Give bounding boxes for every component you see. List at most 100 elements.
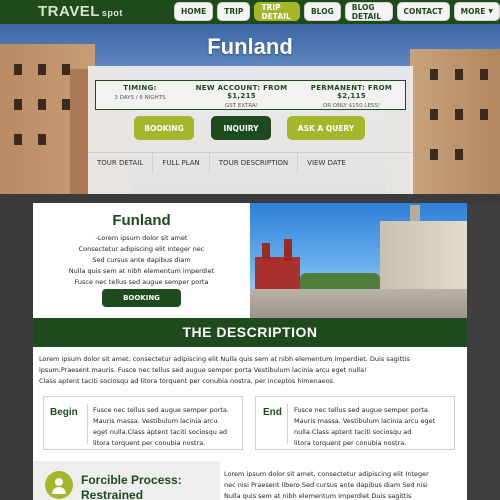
info-heading: PERMANENT: FROM $2,115: [310, 84, 393, 100]
end-line: Fusce nec tellus sed augue semper porta.: [294, 406, 430, 414]
begin-line: litora torquent per conubia nostra.: [93, 439, 206, 447]
hero-window: [455, 149, 463, 160]
begin-box: Begin Fusce nec tellus sed augue semper …: [43, 396, 243, 450]
highlight-line: Fusce nec tellus sed augue semper porta: [74, 278, 209, 286]
process-line: Lorem ipsum dolor sit amet, consectetur …: [224, 470, 429, 478]
process-header: Forcible Process: Restrained: [33, 461, 220, 500]
highlight-line: Consectetur adipiscing elit integer nec: [78, 245, 205, 253]
hero-window: [480, 69, 488, 80]
tab-full-plan[interactable]: FULL PLAN: [153, 153, 210, 173]
nav-blog-detail[interactable]: BLOG DETAIL: [344, 2, 393, 21]
tab-tour-description[interactable]: TOUR DESCRIPTION: [210, 153, 299, 173]
info-heading: TIMING:: [123, 84, 157, 92]
logo-main-text: TRAVEL: [38, 3, 100, 20]
info-new-account: NEW ACCOUNT: FROM $1,215 GST EXTRA!: [184, 84, 299, 109]
hero-window: [480, 109, 488, 120]
hero-window: [14, 134, 22, 145]
nav-blog[interactable]: BLOG: [303, 2, 341, 21]
begin-line: Mauris massa. Vestibulum lacinia arcu: [93, 417, 218, 425]
begin-label: Begin: [50, 407, 78, 418]
end-box: End Fusce nec tellus sed augue semper po…: [255, 396, 455, 450]
description-line: Class aptent taciti sociosqu ad litora t…: [39, 377, 336, 385]
booking-button[interactable]: BOOKING: [134, 116, 194, 140]
begin-text: Fusce nec tellus sed augue semper porta.…: [93, 405, 241, 449]
chevron-down-icon: ▼: [488, 8, 493, 15]
process-title: Forcible Process: Restrained: [81, 473, 182, 500]
hero-window: [430, 109, 438, 120]
nav-home[interactable]: HOME: [174, 2, 214, 21]
card-booking-button[interactable]: BOOKING: [102, 289, 181, 307]
hero-window: [38, 134, 46, 145]
begin-line: Fusce nec tellus sed augue semper porta.: [93, 406, 229, 414]
highlight-line: -Lorem ipsum dolor sit amet: [95, 234, 188, 242]
end-line: nulla.Class aptent taciti sociosqu ad: [294, 428, 412, 436]
page-title: Funland: [207, 34, 293, 59]
nav-more[interactable]: MORE ▼: [453, 2, 500, 21]
hero-window: [14, 64, 22, 75]
nav-contact[interactable]: CONTACT: [396, 2, 450, 21]
nav-trip-detail[interactable]: TRIP DETAIL: [254, 2, 300, 21]
hero-window: [430, 149, 438, 160]
trip-title: Funland: [112, 212, 171, 229]
end-line: Mauris massa. Vestibulum lacinia arcu eg…: [294, 417, 436, 425]
tab-tour-detail[interactable]: TOUR DETAIL: [88, 153, 154, 173]
hero-window: [455, 109, 463, 120]
trip-tabs: TOUR DETAIL FULL PLAN TOUR DESCRIPTION V…: [88, 152, 413, 173]
info-permanent: PERMANENT: FROM $2,115 OR ONLY $150 LESS…: [299, 84, 404, 109]
tab-view-date[interactable]: VIEW DATE: [298, 153, 355, 173]
top-navbar: TRAVEL spot HOME TRIP TRIP DETAIL BLOG BL…: [0, 0, 500, 24]
divider: [87, 404, 88, 444]
page-margin: [467, 203, 500, 500]
site-logo[interactable]: TRAVEL spot: [38, 3, 123, 20]
photo-red-building: [255, 257, 300, 293]
description-line: Lorem ipsum dolor sit amet, consectetur …: [39, 355, 410, 363]
destination-photo: [250, 203, 467, 318]
hero-window: [455, 69, 463, 80]
hero-window: [38, 64, 46, 75]
info-timing: TIMING: 3 DAYS / 6 NIGHTS: [100, 84, 180, 101]
hero-window: [14, 99, 22, 110]
info-subtext: 3 DAYS / 6 NIGHTS: [114, 95, 166, 101]
end-text: Fusce nec tellus sed augue semper porta.…: [294, 405, 452, 449]
divider: [287, 404, 288, 444]
inquiry-button[interactable]: INQUIRY: [211, 116, 271, 140]
person-icon-head: [55, 478, 63, 486]
end-line: litora torquent per conubia nostra.: [294, 439, 407, 447]
person-icon: [45, 471, 73, 499]
process-title-line: Restrained: [81, 488, 144, 500]
info-subtext: OR ONLY $150 LESS!: [322, 103, 381, 109]
hero-window: [430, 69, 438, 80]
ask-query-button[interactable]: ASK A QUERY: [287, 116, 365, 140]
description-paragraph: Lorem ipsum dolor sit amet, consectetur …: [39, 354, 463, 387]
trip-info-box: TIMING: 3 DAYS / 6 NIGHTS NEW ACCOUNT: F…: [95, 80, 406, 110]
description-heading: THE DESCRIPTION: [33, 318, 467, 347]
photo-square: [250, 289, 467, 318]
description-line: ipsum.Praesent mauris. Fusce nec tellus …: [39, 366, 367, 374]
trip-content-card: Funland -Lorem ipsum dolor sit amet Cons…: [33, 203, 467, 500]
logo-sub-text: spot: [101, 8, 123, 18]
page-margin: [0, 203, 33, 500]
trip-summary-panel: TIMING: 3 DAYS / 6 NIGHTS NEW ACCOUNT: F…: [88, 66, 413, 194]
process-title-line: Forcible Process:: [81, 473, 182, 487]
process-line: Nulla quis sem at nibh elementum imperdi…: [224, 492, 412, 500]
person-icon-body: [52, 487, 66, 494]
main-nav: HOME TRIP TRIP DETAIL BLOG BLOG DETAIL C…: [174, 2, 500, 21]
trip-highlights: -Lorem ipsum dolor sit amet Consectetur …: [33, 233, 250, 288]
photo-museum-building: [380, 221, 467, 293]
begin-line: eget nulla.Class aptent taciti sociosqu …: [93, 428, 228, 436]
hero-window: [38, 99, 46, 110]
hero-window: [62, 64, 70, 75]
end-label: End: [263, 407, 282, 418]
highlight-line: Sed cursus ante dapibus diam: [92, 256, 191, 264]
hero-window: [62, 99, 70, 110]
nav-more-label: MORE: [460, 7, 486, 16]
photo-tower: [284, 239, 292, 261]
hero-banner: Funland TIMING: 3 DAYS / 6 NIGHTS NEW AC…: [0, 24, 500, 194]
process-line: nec nisi Praesent libero Sed cursus ante…: [224, 481, 428, 489]
info-subtext: GST EXTRA!: [225, 103, 258, 109]
photo-tower: [262, 243, 270, 261]
highlight-line: Nulla quis sem at nibh elementum imperdi…: [68, 267, 215, 275]
info-heading: NEW ACCOUNT: FROM $1,215: [195, 84, 288, 100]
trip-intro: Funland -Lorem ipsum dolor sit amet Cons…: [33, 203, 250, 318]
nav-trip[interactable]: TRIP: [217, 2, 251, 21]
